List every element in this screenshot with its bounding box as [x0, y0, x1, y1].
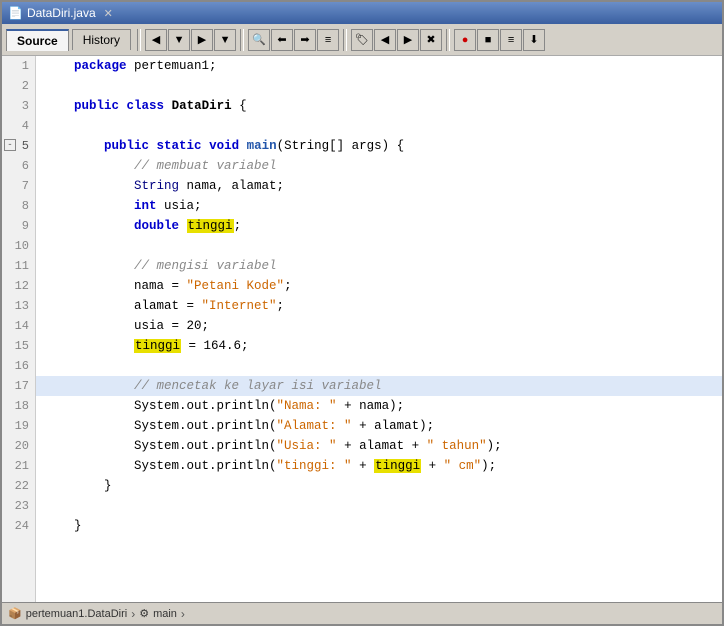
line-23 — [36, 496, 722, 516]
bookmark-btn[interactable]: 🏷 — [351, 29, 373, 51]
main-window: 📄 DataDiri.java ✕ Source History ◀ ▼ ▶ ▼… — [0, 0, 724, 626]
ln-14: 14 — [2, 316, 35, 336]
ln-1: 1 — [2, 56, 35, 76]
status-arrow2: › — [181, 607, 185, 621]
dropdown2-btn[interactable]: ▼ — [214, 29, 236, 51]
status-icon: 📦 — [8, 607, 22, 620]
line-15: tinggi = 164.6; — [36, 336, 722, 356]
line-10 — [36, 236, 722, 256]
lines2-btn[interactable]: ⬇ — [523, 29, 545, 51]
line-17: // mencetak ke layar isi variabel — [36, 376, 722, 396]
toolbar-search-group: 🔍 ⬅ ➡ ≡ — [248, 29, 339, 51]
toolbar-nav-group: ◀ ▼ ▶ ▼ — [145, 29, 236, 51]
line-5: public static void main(String[] args) { — [36, 136, 722, 156]
line-16 — [36, 356, 722, 376]
title-bar: 📄 DataDiri.java ✕ — [2, 2, 722, 24]
next-match-btn[interactable]: ➡ — [294, 29, 316, 51]
code-area[interactable]: package pertemuan1; public class DataDir… — [36, 56, 722, 602]
line-24: } — [36, 516, 722, 536]
ln-6: 6 — [2, 156, 35, 176]
ln-3: 3 — [2, 96, 35, 116]
ln-21: 21 — [2, 456, 35, 476]
line-4 — [36, 116, 722, 136]
ln-20: 20 — [2, 436, 35, 456]
line-20: System.out.println("Usia: " + alamat + "… — [36, 436, 722, 456]
sep1 — [137, 29, 141, 51]
code-lines: package pertemuan1; public class DataDir… — [36, 56, 722, 536]
editor-area: 1 2 3 4 5- 6 7 8 9 10 11 12 13 14 15 16 … — [2, 56, 722, 602]
ln-23: 23 — [2, 496, 35, 516]
line-2 — [36, 76, 722, 96]
collapse-icon[interactable]: - — [4, 139, 16, 151]
title-bar-left: 📄 DataDiri.java ✕ — [8, 6, 113, 20]
line-19: System.out.println("Alamat: " + alamat); — [36, 416, 722, 436]
status-package: pertemuan1.DataDiri — [26, 608, 128, 620]
square-btn[interactable]: ■ — [477, 29, 499, 51]
next-bookmark-btn[interactable]: ▶ — [397, 29, 419, 51]
ln-8: 8 — [2, 196, 35, 216]
status-method-icon: ⚙ — [139, 607, 149, 620]
ln-24: 24 — [2, 516, 35, 536]
sep2 — [240, 29, 244, 51]
ln-2: 2 — [2, 76, 35, 96]
back-btn[interactable]: ◀ — [145, 29, 167, 51]
ln-22: 22 — [2, 476, 35, 496]
dropdown-btn[interactable]: ▼ — [168, 29, 190, 51]
line-7: String nama, alamat; — [36, 176, 722, 196]
prev-bookmark-btn[interactable]: ◀ — [374, 29, 396, 51]
line-11: // mengisi variabel — [36, 256, 722, 276]
lines-btn[interactable]: ≡ — [500, 29, 522, 51]
line-gutter: 1 2 3 4 5- 6 7 8 9 10 11 12 13 14 15 16 … — [2, 56, 36, 602]
ln-5: 5- — [2, 136, 35, 156]
line-1: package pertemuan1; — [36, 56, 722, 76]
line-18: System.out.println("Nama: " + nama); — [36, 396, 722, 416]
ln-15: 15 — [2, 336, 35, 356]
ln-18: 18 — [2, 396, 35, 416]
line-3: public class DataDiri { — [36, 96, 722, 116]
ln-4: 4 — [2, 116, 35, 136]
match-all-btn[interactable]: ≡ — [317, 29, 339, 51]
ln-12: 12 — [2, 276, 35, 296]
sep4 — [446, 29, 450, 51]
tab-group: Source History — [6, 29, 133, 51]
line-21: System.out.println("tinggi: " + tinggi +… — [36, 456, 722, 476]
line-14: usia = 20; — [36, 316, 722, 336]
stop-btn[interactable]: ● — [454, 29, 476, 51]
line-22: } — [36, 476, 722, 496]
tab-source[interactable]: Source — [6, 29, 69, 51]
ln-9: 9 — [2, 216, 35, 236]
ln-7: 7 — [2, 176, 35, 196]
toolbar: Source History ◀ ▼ ▶ ▼ 🔍 ⬅ ➡ ≡ 🏷 ◀ ▶ ✖ ●… — [2, 24, 722, 56]
ln-16: 16 — [2, 356, 35, 376]
toolbar-action-group: 🏷 ◀ ▶ ✖ — [351, 29, 442, 51]
window-title: DataDiri.java — [27, 6, 96, 20]
status-arrow1: › — [131, 607, 135, 621]
toolbar-extra-group: ● ■ ≡ ⬇ — [454, 29, 545, 51]
ln-10: 10 — [2, 236, 35, 256]
line-13: alamat = "Internet"; — [36, 296, 722, 316]
status-method: main — [153, 608, 177, 620]
sep3 — [343, 29, 347, 51]
line-9: double tinggi; — [36, 216, 722, 236]
ln-19: 19 — [2, 416, 35, 436]
tab-history[interactable]: History — [72, 29, 131, 50]
prev-match-btn[interactable]: ⬅ — [271, 29, 293, 51]
line-8: int usia; — [36, 196, 722, 216]
clear-bookmark-btn[interactable]: ✖ — [420, 29, 442, 51]
search-btn[interactable]: 🔍 — [248, 29, 270, 51]
close-icon[interactable]: ✕ — [104, 7, 113, 20]
file-icon: 📄 — [8, 6, 23, 20]
ln-11: 11 — [2, 256, 35, 276]
fwd-btn[interactable]: ▶ — [191, 29, 213, 51]
line-6: // membuat variabel — [36, 156, 722, 176]
ln-17: 17 — [2, 376, 35, 396]
statusbar: 📦 pertemuan1.DataDiri › ⚙ main › — [2, 602, 722, 624]
line-12: nama = "Petani Kode"; — [36, 276, 722, 296]
ln-13: 13 — [2, 296, 35, 316]
